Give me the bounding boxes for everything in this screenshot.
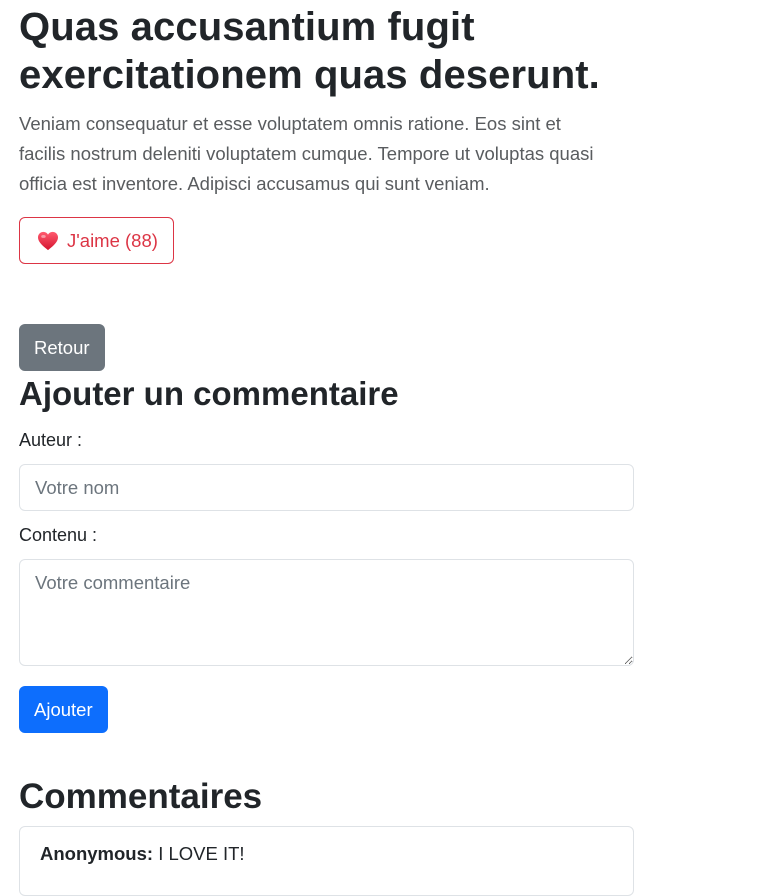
main-container: Quas accusantium fugit exercitationem qu… [19, 0, 634, 896]
comment-form-title: Ajouter un commentaire [19, 375, 399, 412]
heart-icon [37, 231, 59, 251]
post-body: Veniam consequatur et esse voluptatem om… [19, 113, 594, 194]
content-label: Contenu : [19, 525, 98, 545]
like-button[interactable]: J'aime (88) [19, 217, 174, 264]
add-comment-button[interactable]: Ajouter [19, 686, 108, 733]
author-label: Auteur : [19, 430, 83, 450]
comment-form: Ajouter un commentaire Auteur : Contenu … [19, 372, 634, 733]
comment-card: Anonymous: I LOVE IT! [19, 826, 634, 896]
comment-text: I LOVE IT! [153, 843, 245, 864]
post-title: Quas accusantium fugit exercitationem qu… [19, 5, 600, 97]
back-button[interactable]: Retour [19, 324, 105, 371]
content-textarea[interactable] [19, 559, 634, 666]
comment-author: Anonymous: [40, 843, 154, 864]
comments-title: Commentaires [19, 777, 263, 816]
like-label: J'aime (88) [67, 229, 158, 251]
author-input[interactable] [19, 464, 634, 511]
